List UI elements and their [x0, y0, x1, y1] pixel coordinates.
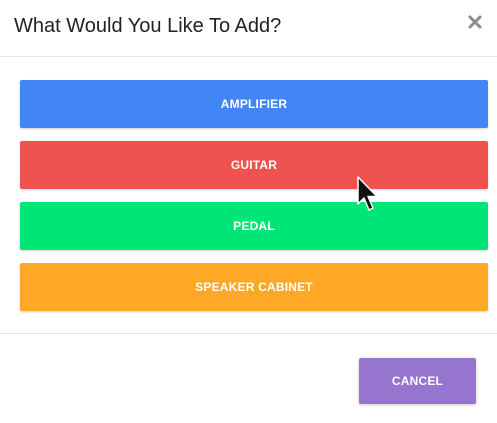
dialog-header: What Would You Like To Add?: [0, 0, 497, 57]
close-icon: [465, 12, 485, 32]
guitar-button[interactable]: GUITAR: [20, 141, 488, 189]
cancel-button[interactable]: CANCEL: [359, 358, 476, 404]
close-button[interactable]: [465, 12, 485, 32]
add-item-dialog: What Would You Like To Add? AMPLIFIER GU…: [0, 0, 497, 423]
amplifier-button[interactable]: AMPLIFIER: [20, 80, 488, 128]
dialog-title: What Would You Like To Add?: [14, 15, 282, 37]
dialog-footer: CANCEL: [0, 334, 497, 423]
speaker-cabinet-button[interactable]: SPEAKER CABINET: [20, 263, 488, 311]
dialog-body: AMPLIFIER GUITAR PEDAL SPEAKER CABINET: [0, 57, 497, 334]
pedal-button[interactable]: PEDAL: [20, 202, 488, 250]
